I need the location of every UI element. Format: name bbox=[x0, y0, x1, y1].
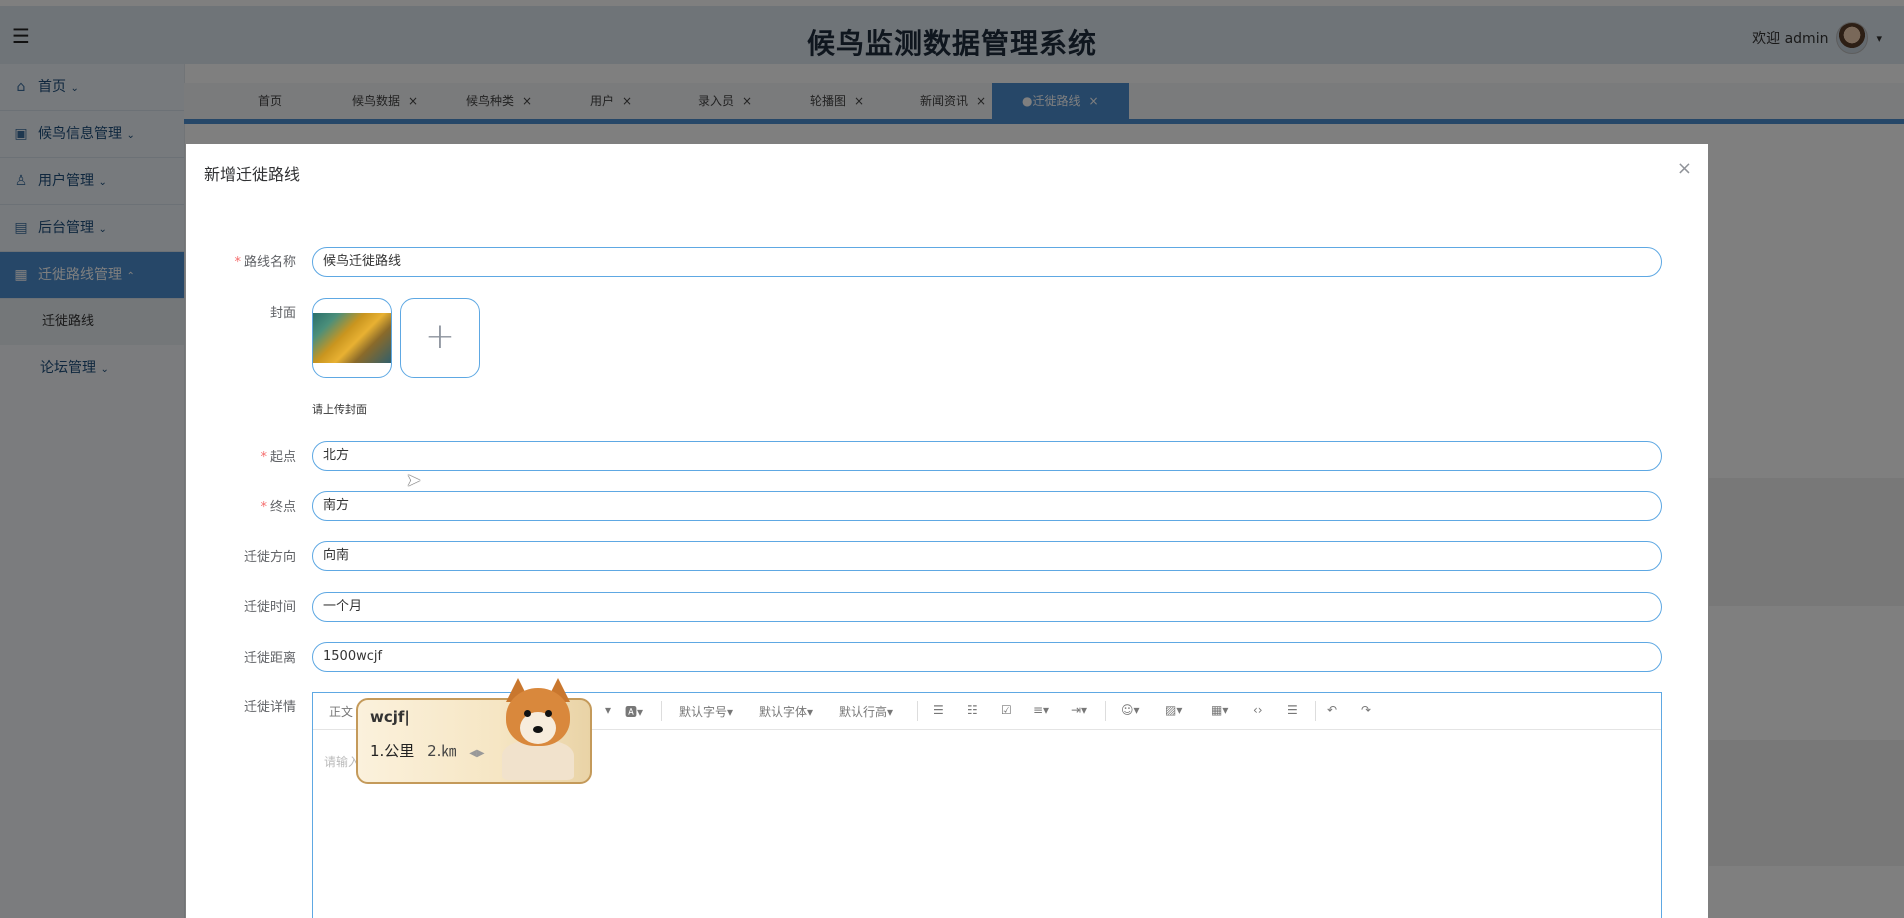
route-name-input[interactable]: 候鸟迁徙路线 bbox=[312, 247, 1662, 277]
distance-input[interactable]: 1500wcjf bbox=[312, 642, 1662, 672]
direction-input[interactable]: 向南 bbox=[312, 541, 1662, 571]
dialog-title: 新增迁徙路线 bbox=[204, 165, 301, 184]
close-icon[interactable]: × bbox=[1677, 158, 1692, 179]
code-icon[interactable]: ‹› bbox=[1253, 703, 1263, 717]
chevron-down-icon[interactable]: ▾ bbox=[605, 703, 611, 717]
toolbar-divider bbox=[661, 701, 662, 721]
indent-icon[interactable]: ⇥▾ bbox=[1071, 703, 1087, 717]
divider-icon[interactable]: ☰ bbox=[1287, 703, 1298, 717]
redo-icon[interactable]: ↷ bbox=[1361, 703, 1371, 717]
label-text: 终点 bbox=[269, 500, 296, 515]
ime-candidate-window[interactable]: wcjf| 1.公里 2.㎞ ◀▶ bbox=[356, 678, 592, 784]
font-family-dropdown[interactable]: 默认字体▾ bbox=[759, 703, 813, 720]
bullet-list-icon[interactable]: ☰ bbox=[933, 703, 944, 717]
distance-label: 迁徙距离 bbox=[243, 651, 296, 666]
todo-icon[interactable]: ☑ bbox=[1001, 703, 1012, 717]
ime-page-arrows-icon[interactable]: ◀▶ bbox=[469, 748, 484, 759]
required-mark: * bbox=[260, 450, 267, 465]
start-input[interactable]: 北方 bbox=[312, 441, 1662, 471]
end-input[interactable]: 南方 bbox=[312, 491, 1662, 521]
numbered-list-icon[interactable]: ☷ bbox=[967, 703, 978, 717]
dropdown-label: 默认字号 bbox=[679, 705, 728, 719]
align-icon[interactable]: ≡▾ bbox=[1033, 703, 1049, 717]
cover-thumbnail[interactable] bbox=[312, 298, 392, 378]
paragraph-dropdown[interactable]: 正文 bbox=[329, 703, 353, 720]
label-text: 起点 bbox=[269, 450, 296, 465]
plus-icon: + bbox=[424, 316, 456, 357]
font-size-dropdown[interactable]: 默认字号▾ bbox=[679, 703, 733, 720]
undo-icon[interactable]: ↶ bbox=[1327, 703, 1337, 717]
detail-label: 迁徙详情 bbox=[243, 700, 296, 715]
required-mark: * bbox=[234, 255, 241, 270]
dog-eye bbox=[524, 710, 531, 717]
bg-color-icon[interactable]: 🅰▾ bbox=[625, 703, 643, 720]
ime-input-text: wcjf| bbox=[370, 708, 410, 726]
direction-label: 迁徙方向 bbox=[243, 550, 296, 565]
ime-candidate[interactable]: 1.公里 bbox=[370, 742, 414, 760]
dropdown-label: 默认行高 bbox=[839, 705, 888, 719]
image-icon[interactable]: ▨▾ bbox=[1165, 703, 1182, 717]
table-icon[interactable]: ▦▾ bbox=[1211, 703, 1228, 717]
route-name-label: * 路线名称 bbox=[186, 251, 296, 270]
dog-skin-image bbox=[488, 678, 588, 784]
time-input[interactable]: 一个月 bbox=[312, 592, 1662, 622]
upload-cover-button[interactable]: + bbox=[400, 298, 480, 378]
cover-image bbox=[313, 313, 391, 363]
ime-candidates: 1.公里 2.㎞ ◀▶ bbox=[370, 740, 485, 761]
dropdown-label: 默认字体 bbox=[759, 705, 808, 719]
dog-body bbox=[502, 740, 574, 780]
mouse-cursor-icon: ➤ bbox=[406, 470, 422, 491]
label-text: 路线名称 bbox=[243, 255, 296, 270]
start-label: * 起点 bbox=[186, 446, 296, 465]
toolbar-divider bbox=[917, 701, 918, 721]
ime-candidate[interactable]: 2.㎞ bbox=[427, 742, 456, 760]
time-label: 迁徙时间 bbox=[243, 600, 296, 615]
line-height-dropdown[interactable]: 默认行高▾ bbox=[839, 703, 893, 720]
add-route-dialog: 新增迁徙路线 × * 路线名称 候鸟迁徙路线 封面 + 请上传封面 * 起点 北方 … bbox=[186, 144, 1708, 918]
required-mark: * bbox=[260, 500, 267, 515]
emoji-icon[interactable]: ☺▾ bbox=[1121, 703, 1140, 717]
cover-label: 封面 bbox=[269, 306, 296, 321]
dog-eye bbox=[545, 710, 552, 717]
end-label: * 终点 bbox=[186, 496, 296, 515]
toolbar-divider bbox=[1315, 701, 1316, 721]
dog-nose bbox=[533, 726, 543, 733]
upload-tip: 请上传封面 bbox=[312, 403, 367, 416]
toolbar-divider bbox=[1105, 701, 1106, 721]
